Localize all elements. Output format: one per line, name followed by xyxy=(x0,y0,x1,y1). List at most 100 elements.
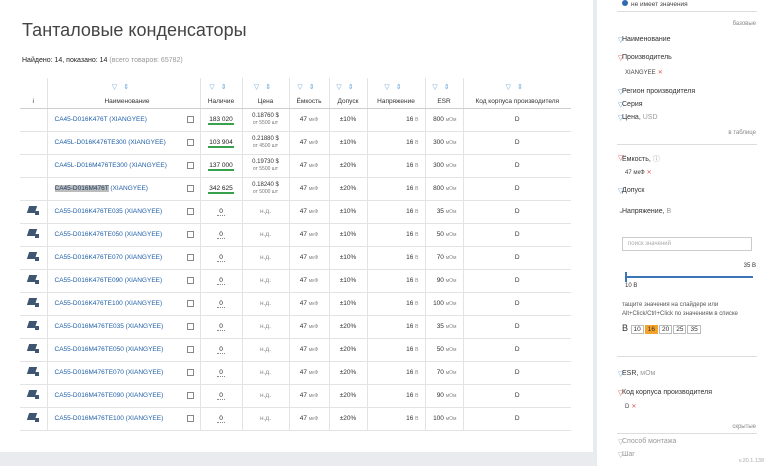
image-cell[interactable] xyxy=(20,177,48,201)
filter-esr[interactable]: ESR, мОм xyxy=(622,370,655,377)
voltage-value-chip[interactable]: 25 xyxy=(673,325,687,334)
table-row[interactable]: CA45L-D016K476TE300 (XIANGYEE) 103 904 0… xyxy=(20,131,571,155)
compare-checkbox[interactable] xyxy=(186,254,194,261)
capacitor-image-icon[interactable] xyxy=(27,344,40,353)
compare-checkbox[interactable] xyxy=(186,369,194,376)
remove-icon[interactable]: ✕ xyxy=(647,170,652,176)
compare-checkbox[interactable] xyxy=(186,277,194,284)
voltage-value-chip[interactable]: 16 xyxy=(644,325,658,334)
stock-cell[interactable]: 0 xyxy=(200,361,243,385)
radio-selected-icon[interactable] xyxy=(622,0,628,6)
compare-checkbox[interactable] xyxy=(186,116,194,123)
filter-pitch[interactable]: Шаг xyxy=(622,451,635,458)
compare-checkbox[interactable] xyxy=(186,346,194,353)
compare-checkbox[interactable] xyxy=(186,392,194,399)
compare-checkbox[interactable] xyxy=(186,208,194,215)
section-hidden[interactable]: скрытые xyxy=(732,424,756,430)
table-row[interactable]: CA55-D016M476TE090 (XIANGYEE) 0 н.д. 47 … xyxy=(20,384,571,408)
slider-handle[interactable] xyxy=(625,272,627,282)
part-link[interactable]: CA55-D016K476TE070 (XIANGYEE) xyxy=(55,254,163,261)
table-row[interactable]: CA55-D016K476TE100 (XIANGYEE) 0 н.д. 47 … xyxy=(20,292,571,316)
image-cell[interactable] xyxy=(20,361,48,385)
stock-cell[interactable]: 0 xyxy=(200,292,243,316)
image-cell[interactable] xyxy=(20,384,48,408)
stock-cell[interactable]: 0 xyxy=(200,269,243,293)
compare-checkbox[interactable] xyxy=(186,300,194,307)
voltage-slider[interactable] xyxy=(625,272,753,282)
col-esr[interactable]: ▽⇕ ESR xyxy=(425,78,464,109)
info-icon[interactable]: ⓘ xyxy=(653,156,660,163)
stock-cell[interactable]: 137 000 xyxy=(200,154,243,178)
part-link[interactable]: CA55-D016M476TE050 (XIANGYEE) xyxy=(55,346,164,353)
compare-checkbox[interactable] xyxy=(186,415,194,422)
stock-cell[interactable]: 0 xyxy=(200,200,243,224)
col-name[interactable]: ▽⇕ Наименование xyxy=(47,78,201,109)
filter-price[interactable]: Цена, USD xyxy=(622,114,658,121)
filter-manufacturer[interactable]: Производитель xyxy=(622,54,672,61)
part-link[interactable]: CA45L-D016K476TE300 (XIANGYEE) xyxy=(55,139,166,146)
table-row[interactable]: CA55-D016M476TE035 (XIANGYEE) 0 н.д. 47 … xyxy=(20,315,571,339)
image-cell[interactable] xyxy=(20,407,48,431)
table-row[interactable]: CA55-D016M476TE070 (XIANGYEE) 0 н.д. 47 … xyxy=(20,361,571,385)
filter-sort-icon[interactable]: ▽⇕ xyxy=(464,83,572,91)
filter-tolerance[interactable]: Допуск xyxy=(622,187,645,194)
compare-checkbox[interactable] xyxy=(186,139,194,146)
col-capacity[interactable]: ▽⇕ Ёмкость xyxy=(289,78,330,109)
capacitor-image-icon[interactable] xyxy=(27,252,40,261)
filter-capacity[interactable]: Ёмкость, ⓘ xyxy=(622,154,660,164)
image-cell[interactable] xyxy=(20,108,48,132)
capacitor-image-icon[interactable] xyxy=(27,367,40,376)
part-link[interactable]: CA55-D016M476TE070 (XIANGYEE) xyxy=(55,369,164,376)
filter-mounting[interactable]: Способ монтажа xyxy=(622,438,676,445)
capacitor-image-icon[interactable] xyxy=(27,206,40,215)
voltage-value-chip[interactable]: 20 xyxy=(659,325,673,334)
col-package[interactable]: ▽⇕ Код корпуса производителя xyxy=(463,78,572,109)
table-row[interactable]: CA55-D016K476TE090 (XIANGYEE) 0 н.д. 47 … xyxy=(20,269,571,293)
image-cell[interactable] xyxy=(20,200,48,224)
stock-cell[interactable]: 0 xyxy=(200,315,243,339)
image-cell[interactable] xyxy=(20,269,48,293)
filter-sort-icon[interactable]: ▽⇕ xyxy=(201,83,242,91)
capacitor-image-icon[interactable] xyxy=(27,413,40,422)
part-link[interactable]: CA45-D016K476T (XIANGYEE) xyxy=(55,116,147,123)
filter-sort-icon[interactable]: ▽⇕ xyxy=(368,83,425,91)
stock-cell[interactable]: 342 625 xyxy=(200,177,243,201)
table-row[interactable]: CA45L-D016M476TE300 (XIANGYEE) 137 000 0… xyxy=(20,154,571,178)
table-row[interactable]: CA55-D016M476TE100 (XIANGYEE) 0 н.д. 47 … xyxy=(20,407,571,431)
table-row[interactable]: CA45-D016M476T (XIANGYEE) 342 625 0.1824… xyxy=(20,177,571,201)
section-basic[interactable]: базовые xyxy=(733,21,756,27)
image-cell[interactable] xyxy=(20,246,48,270)
part-link[interactable]: CA55-D016K476TE035 (XIANGYEE) xyxy=(55,208,163,215)
part-link[interactable]: CA55-D016K476TE100 (XIANGYEE) xyxy=(55,300,163,307)
stock-cell[interactable]: 0 xyxy=(200,407,243,431)
image-cell[interactable] xyxy=(20,338,48,362)
filter-package[interactable]: Код корпуса производителя xyxy=(622,389,712,396)
stock-cell[interactable]: 0 xyxy=(200,384,243,408)
filter-sort-icon[interactable]: ▽⇕ xyxy=(243,83,289,91)
filter-region[interactable]: Регион производителя xyxy=(622,88,695,95)
filter-sort-icon[interactable]: ▽⇕ xyxy=(330,83,367,91)
compare-checkbox[interactable] xyxy=(186,323,194,330)
stock-cell[interactable]: 183 020 xyxy=(200,108,243,132)
filter-sort-icon[interactable]: ▽⇕ xyxy=(290,83,329,91)
part-link[interactable]: CA55-D016K476TE050 (XIANGYEE) xyxy=(55,231,163,238)
table-row[interactable]: CA45-D016K476T (XIANGYEE) 183 020 0.1876… xyxy=(20,108,571,132)
table-row[interactable]: CA55-D016K476TE070 (XIANGYEE) 0 н.д. 47 … xyxy=(20,246,571,270)
capacitor-image-icon[interactable] xyxy=(27,321,40,330)
stock-cell[interactable]: 0 xyxy=(200,223,243,247)
image-cell[interactable] xyxy=(20,223,48,247)
remove-icon[interactable]: ✕ xyxy=(658,70,663,76)
col-voltage[interactable]: ▽⇕ Напряжение xyxy=(367,78,426,109)
part-link[interactable]: CA55-D016M476TE035 (XIANGYEE) xyxy=(55,323,164,330)
compare-checkbox[interactable] xyxy=(186,231,194,238)
image-cell[interactable] xyxy=(20,131,48,155)
stock-cell[interactable]: 0 xyxy=(200,338,243,362)
image-cell[interactable] xyxy=(20,315,48,339)
part-link[interactable]: CA55-D016M476TE090 (XIANGYEE) xyxy=(55,392,164,399)
filter-name[interactable]: Наименование xyxy=(622,36,671,43)
part-link[interactable]: CA55-D016M476TE100 (XIANGYEE) xyxy=(55,415,164,422)
compare-checkbox[interactable] xyxy=(186,185,194,192)
stock-cell[interactable]: 103 904 xyxy=(200,131,243,155)
voltage-value-chip[interactable]: 10 xyxy=(630,325,644,334)
no-value-option[interactable]: не имеет значения xyxy=(622,0,688,8)
